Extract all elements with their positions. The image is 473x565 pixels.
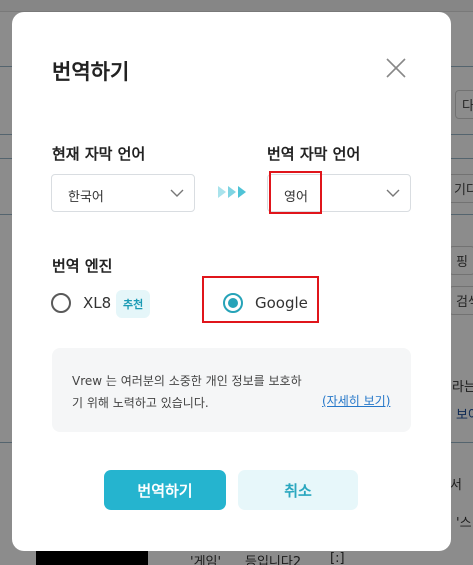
engine-radio-google[interactable] [223,293,243,313]
source-language-label: 현재 자막 언어 [52,145,146,163]
translate-dialog: 번역하기 현재 자막 언어 번역 자막 언어 한국어 영어 번역 엔진 XL8 … [12,12,451,551]
close-button[interactable] [382,54,410,82]
chevron-down-icon [386,189,400,197]
source-language-value: 한국어 [68,190,104,205]
recommended-badge: 추천 [116,290,151,318]
source-language-select[interactable]: 한국어 [51,174,195,212]
translate-button[interactable]: 번역하기 [104,470,226,510]
engine-radio-xl8[interactable] [51,293,71,313]
dialog-title: 번역하기 [52,60,130,84]
close-icon [386,58,406,78]
cancel-button[interactable]: 취소 [238,470,358,510]
engine-label: 번역 엔진 [52,257,113,275]
privacy-notice: Vrew 는 여러분의 소중한 개인 정보를 보호하기 위해 노력하고 있습니다… [52,348,411,432]
engine-name-xl8[interactable]: XL8 [83,294,111,312]
arrow-right-icon [218,186,246,198]
target-language-label: 번역 자막 언어 [267,145,361,163]
engine-name-google[interactable]: Google [255,294,308,312]
privacy-notice-text: Vrew 는 여러분의 소중한 개인 정보를 보호하기 위해 노력하고 있습니다… [72,374,302,410]
target-language-highlight [269,171,322,214]
chevron-down-icon [170,189,184,197]
privacy-details-link[interactable]: (자세히 보기) [322,392,390,409]
